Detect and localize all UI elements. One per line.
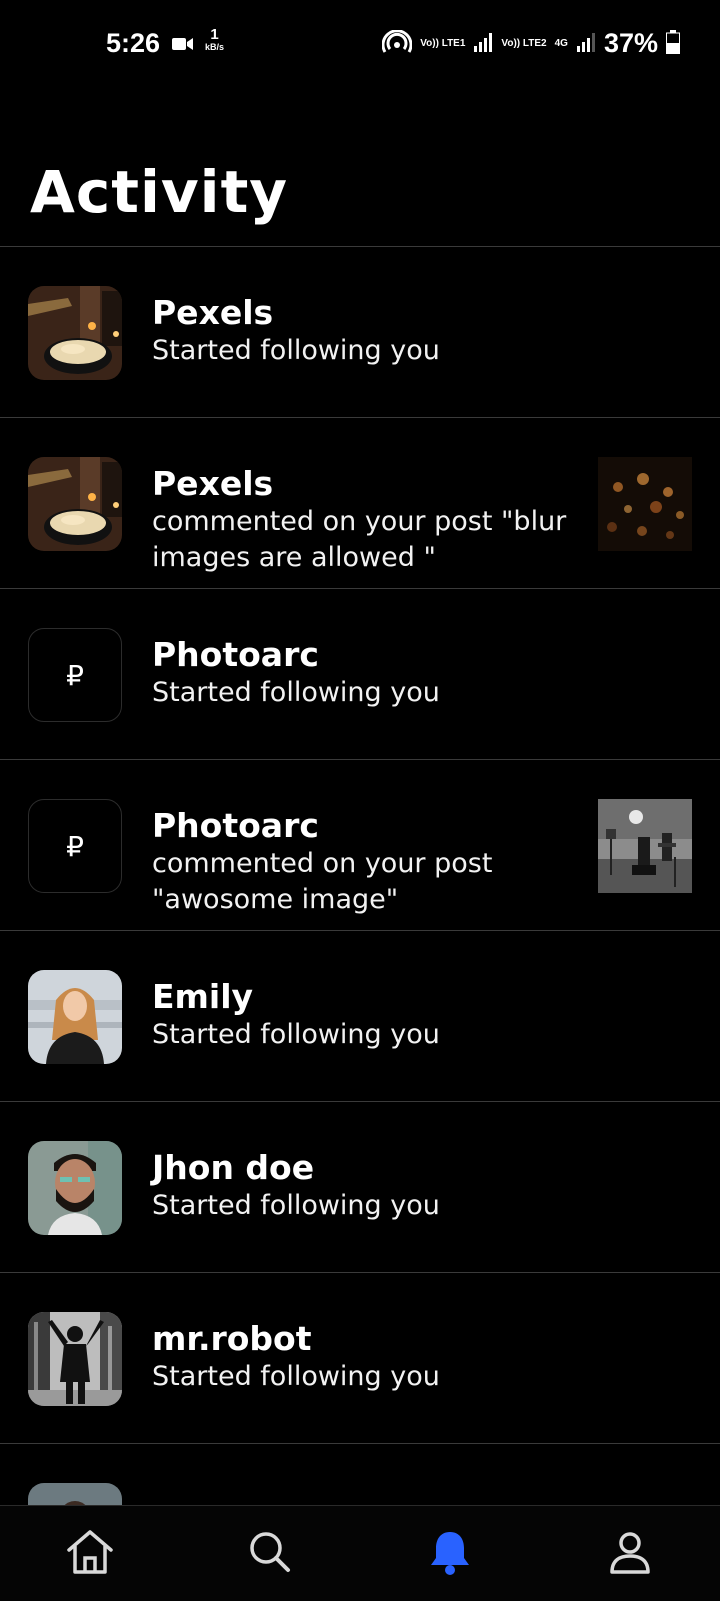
activity-text: Jhon doe Started following you bbox=[152, 1148, 572, 1224]
nav-home[interactable] bbox=[50, 1514, 130, 1594]
activity-item[interactable]: Jhon doe Started following you bbox=[0, 1102, 720, 1273]
activity-text: Emily Started following you bbox=[152, 977, 572, 1053]
post-thumbnail[interactable] bbox=[598, 799, 692, 893]
activity-item[interactable]: Pexels Started following you bbox=[0, 247, 720, 418]
activity-text: Photoarc commented on your post "awosome… bbox=[152, 806, 572, 918]
activity-username[interactable]: Pexels bbox=[152, 464, 572, 504]
activity-username[interactable]: mr.robot bbox=[152, 1319, 572, 1359]
activity-item[interactable] bbox=[0, 1444, 720, 1505]
activity-message: commented on your post "blur images are … bbox=[152, 506, 567, 573]
avatar[interactable] bbox=[28, 1483, 122, 1505]
activity-message: Started following you bbox=[152, 1361, 440, 1392]
activity-item[interactable]: ₽ Photoarc Started following you bbox=[0, 589, 720, 760]
status-bar: 5:26 1 kB/s Vo)) LTE1 Vo)) LTE2 4G 37% bbox=[0, 0, 720, 90]
profile-icon bbox=[608, 1530, 652, 1578]
status-right: Vo)) LTE1 Vo)) LTE2 4G 37% bbox=[381, 28, 680, 59]
avatar[interactable]: ₽ bbox=[28, 628, 122, 722]
sim1-label: Vo)) LTE1 bbox=[420, 37, 466, 49]
video-camera-icon bbox=[172, 36, 194, 56]
bell-icon bbox=[428, 1528, 472, 1580]
network-speed-unit: kB/s bbox=[205, 42, 225, 52]
nav-profile[interactable] bbox=[590, 1514, 670, 1594]
avatar[interactable] bbox=[28, 457, 122, 551]
activity-username[interactable]: Photoarc bbox=[152, 635, 572, 675]
status-time: 5:26 bbox=[106, 28, 161, 58]
network-type: 4G bbox=[554, 37, 568, 49]
signal-icon-sim1 bbox=[473, 32, 493, 56]
nav-search[interactable] bbox=[230, 1514, 310, 1594]
activity-message: commented on your post "awosome image" bbox=[152, 848, 493, 915]
avatar[interactable]: ₽ bbox=[28, 799, 122, 893]
battery-icon bbox=[666, 29, 680, 58]
battery-percent: 37% bbox=[603, 28, 658, 58]
nav-notifications[interactable] bbox=[410, 1514, 490, 1594]
avatar[interactable] bbox=[28, 1312, 122, 1406]
activity-item[interactable]: ₽ Photoarc commented on your post "awoso… bbox=[0, 760, 720, 931]
hotspot-icon bbox=[381, 28, 413, 58]
activity-item[interactable]: Pexels commented on your post "blur imag… bbox=[0, 418, 720, 589]
activity-list[interactable]: Pexels Started following you Pexels comm… bbox=[0, 247, 720, 1505]
activity-message: Started following you bbox=[152, 1190, 440, 1221]
home-icon bbox=[65, 1528, 115, 1580]
activity-text: Photoarc Started following you bbox=[152, 635, 572, 711]
activity-username[interactable]: Jhon doe bbox=[152, 1148, 572, 1188]
network-speed: 1 kB/s bbox=[205, 27, 225, 54]
bottom-nav bbox=[0, 1505, 720, 1601]
activity-message: Started following you bbox=[152, 335, 440, 366]
activity-text: mr.robot Started following you bbox=[152, 1319, 572, 1395]
activity-message: Started following you bbox=[152, 1019, 440, 1050]
activity-text: Pexels commented on your post "blur imag… bbox=[152, 464, 572, 576]
activity-message: Started following you bbox=[152, 677, 440, 708]
activity-username[interactable]: Emily bbox=[152, 977, 572, 1017]
activity-text: Pexels Started following you bbox=[152, 293, 572, 369]
avatar[interactable] bbox=[28, 1141, 122, 1235]
photoarc-logo-icon: ₽ bbox=[66, 658, 84, 692]
activity-item[interactable]: Emily Started following you bbox=[0, 931, 720, 1102]
activity-item[interactable]: mr.robot Started following you bbox=[0, 1273, 720, 1444]
page-title: Activity bbox=[30, 158, 289, 226]
activity-username[interactable]: Photoarc bbox=[152, 806, 572, 846]
sim2-label: Vo)) LTE2 bbox=[501, 37, 547, 49]
avatar[interactable] bbox=[28, 286, 122, 380]
photoarc-logo-icon: ₽ bbox=[66, 829, 84, 863]
avatar[interactable] bbox=[28, 970, 122, 1064]
search-icon bbox=[248, 1530, 292, 1578]
activity-username[interactable]: Pexels bbox=[152, 293, 572, 333]
post-thumbnail[interactable] bbox=[598, 457, 692, 551]
signal-icon-sim2 bbox=[576, 32, 596, 56]
